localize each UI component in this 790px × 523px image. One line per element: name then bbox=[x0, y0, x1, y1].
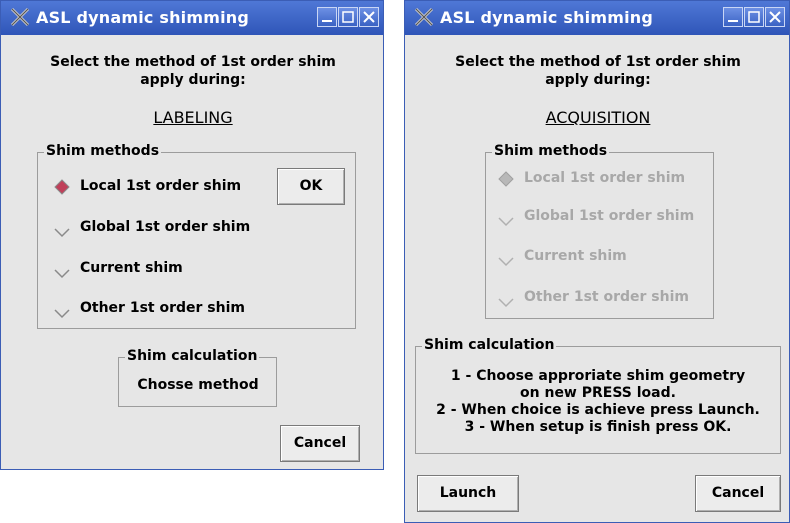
maximize-button[interactable] bbox=[744, 7, 764, 27]
radio-selected-icon bbox=[54, 179, 70, 195]
choose-method-button[interactable]: Chosse method bbox=[122, 369, 274, 403]
shim-calculation-legend: Shim calculation bbox=[422, 337, 557, 353]
app-x-icon bbox=[10, 7, 30, 27]
radio-label: Current shim bbox=[524, 248, 627, 264]
left-titlebar[interactable]: ASL dynamic shimming bbox=[1, 1, 383, 35]
window-title: ASL dynamic shimming bbox=[440, 8, 654, 27]
calc-instruction-2: 2 - When choice is achieve press Launch. bbox=[436, 402, 760, 418]
close-button[interactable] bbox=[359, 7, 379, 27]
radio-label: Global 1st order shim bbox=[524, 208, 695, 224]
radio-label: Other 1st order shim bbox=[80, 300, 245, 316]
radio-unselected-icon bbox=[54, 309, 70, 319]
close-button[interactable] bbox=[765, 7, 785, 27]
calc-instruction-3: 3 - When setup is finish press OK. bbox=[464, 419, 732, 435]
radio-selected-icon bbox=[498, 171, 514, 187]
phase-heading: LABELING bbox=[153, 108, 233, 127]
phase-heading: ACQUISITION bbox=[545, 108, 651, 127]
minimize-button[interactable] bbox=[317, 7, 337, 27]
radio-unselected-icon bbox=[498, 298, 514, 308]
maximize-button[interactable] bbox=[338, 7, 358, 27]
radio-label: Local 1st order shim bbox=[524, 170, 686, 186]
radio-unselected-icon bbox=[498, 257, 514, 267]
radio-label: Local 1st order shim bbox=[80, 178, 242, 194]
prompt-line-1: Select the method of 1st order shim bbox=[50, 54, 336, 70]
launch-button[interactable]: Launch bbox=[417, 475, 519, 512]
minimize-button[interactable] bbox=[723, 7, 743, 27]
window-title: ASL dynamic shimming bbox=[36, 8, 250, 27]
prompt-line-1: Select the method of 1st order shim bbox=[455, 54, 741, 70]
radio-label: Global 1st order shim bbox=[80, 219, 251, 235]
app-x-icon bbox=[414, 7, 434, 27]
cancel-button[interactable]: Cancel bbox=[695, 475, 781, 512]
radio-unselected-icon bbox=[498, 217, 514, 227]
right-dialog: ASL dynamic shimming Select the method o… bbox=[404, 0, 790, 523]
radio-unselected-icon bbox=[54, 269, 70, 279]
radio-unselected-icon bbox=[54, 228, 70, 238]
calc-instruction-1b: on new PRESS load. bbox=[520, 385, 676, 401]
cancel-button[interactable]: Cancel bbox=[280, 425, 360, 462]
shim-calculation-legend: Shim calculation bbox=[125, 348, 260, 364]
radio-label: Current shim bbox=[80, 260, 183, 276]
prompt-line-2: apply during: bbox=[545, 72, 651, 88]
shim-methods-legend: Shim methods bbox=[492, 143, 610, 159]
right-titlebar[interactable]: ASL dynamic shimming bbox=[405, 1, 789, 35]
left-dialog: ASL dynamic shimming Select the method o… bbox=[0, 0, 384, 470]
prompt-line-2: apply during: bbox=[140, 72, 246, 88]
calc-instruction-1: 1 - Choose approriate shim geometry bbox=[450, 368, 746, 384]
shim-methods-legend: Shim methods bbox=[44, 143, 162, 159]
radio-label: Other 1st order shim bbox=[524, 289, 689, 305]
ok-button[interactable]: OK bbox=[277, 168, 345, 205]
